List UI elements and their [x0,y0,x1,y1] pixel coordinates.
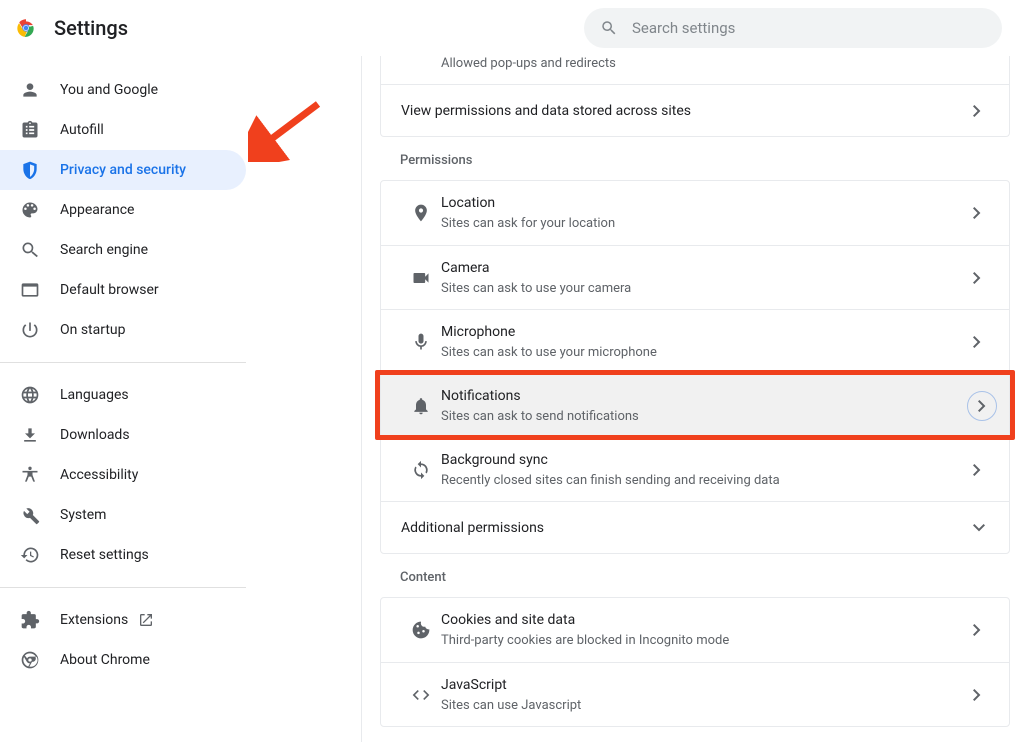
sidebar-item-downloads[interactable]: Downloads [0,415,246,455]
bell-icon [401,396,441,416]
sidebar-item-label: Extensions [60,612,128,628]
sidebar-item-search[interactable]: Search engine [0,230,246,270]
sidebar-item-label: Search engine [60,242,148,258]
row-subtitle: Sites can ask to send notifications [441,408,989,426]
chevron-down-icon [973,524,989,532]
sidebar-item-label: System [60,507,106,523]
location-icon [401,203,441,223]
row-cookies[interactable]: Cookies and site data Third-party cookies… [381,598,1009,662]
row-subtitle: Sites can ask to use your camera [441,280,973,298]
row-additional-permissions[interactable]: Additional permissions [381,501,1009,553]
row-title: Location [441,193,973,213]
extension-icon [20,610,40,630]
row-prev-popups[interactable]: Allowed pop-ups and redirects [381,56,1009,84]
sidebar-item-label: You and Google [60,82,158,98]
row-subtitle: Sites can use Javascript [441,697,973,715]
chevron-right-icon [973,624,989,636]
row-microphone[interactable]: Microphone Sites can ask to use your micr… [381,309,1009,373]
sync-icon [401,460,441,480]
camera-icon [401,268,441,288]
wrench-icon [20,505,40,525]
row-camera[interactable]: Camera Sites can ask to use your camera [381,245,1009,309]
sidebar-separator [0,587,246,588]
section-permissions-label: Permissions [380,137,1010,180]
row-view-permissions[interactable]: View permissions and data stored across … [381,84,1009,136]
power-icon [20,320,40,340]
row-title: Cookies and site data [441,610,973,630]
row-subtitle: Recently closed sites can finish sending… [441,472,973,490]
row-location[interactable]: Location Sites can ask for your location [381,181,1009,245]
row-title: Camera [441,258,973,278]
row-subtitle: Third-party cookies are blocked in Incog… [441,632,973,650]
globe-icon [20,385,40,405]
chevron-right-icon [967,391,997,421]
sidebar-item-default[interactable]: Default browser [0,270,246,310]
search-placeholder: Search settings [632,19,735,37]
search-icon [600,19,618,37]
sidebar-item-label: Downloads [60,427,130,443]
sidebar-item-autofill[interactable]: Autofill [0,110,246,150]
chevron-right-icon [973,689,989,701]
cookie-icon [401,620,441,640]
restore-icon [20,545,40,565]
chrome-outline-icon [20,650,40,670]
sidebar-item-label: About Chrome [60,652,150,668]
row-subtitle: Sites can ask for your location [441,215,973,233]
sidebar-item-system[interactable]: System [0,495,246,535]
row-notifications[interactable]: Notifications Sites can ask to send notif… [381,373,1009,437]
chevron-right-icon [973,105,989,117]
sidebar: You and Google Autofill Privacy and secu… [0,56,246,742]
row-title: Additional permissions [401,520,973,536]
search-input[interactable]: Search settings [584,8,1002,48]
accessibility-icon [20,465,40,485]
sidebar-item-privacy[interactable]: Privacy and security [0,150,246,190]
row-title: Background sync [441,450,973,470]
section-content-label: Content [380,554,1010,597]
sidebar-item-languages[interactable]: Languages [0,375,246,415]
sidebar-item-label: On startup [60,322,126,338]
row-subtitle: Allowed pop-ups and redirects [441,56,616,71]
browser-icon [20,280,40,300]
chevron-right-icon [973,464,989,476]
sidebar-item-reset[interactable]: Reset settings [0,535,246,575]
row-subtitle: Sites can ask to use your microphone [441,344,973,362]
sidebar-item-extensions[interactable]: Extensions [0,600,246,640]
sidebar-item-label: Autofill [60,122,104,138]
main-content: Allowed pop-ups and redirects View permi… [362,56,1024,742]
page-title: Settings [54,16,128,40]
clipboard-icon [20,120,40,140]
sidebar-item-label: Accessibility [60,467,138,483]
person-icon [20,80,40,100]
chevron-right-icon [973,336,989,348]
sidebar-item-label: Appearance [60,202,134,218]
row-background-sync[interactable]: Background sync Recently closed sites can… [381,437,1009,501]
palette-icon [20,200,40,220]
row-title: JavaScript [441,675,973,695]
sidebar-separator [0,362,246,363]
open-external-icon [136,612,156,628]
row-title: Microphone [441,322,973,342]
row-title: View permissions and data stored across … [401,103,973,119]
chrome-logo-icon [16,18,36,38]
sidebar-item-about[interactable]: About Chrome [0,640,246,680]
row-title: Notifications [441,386,989,406]
download-icon [20,425,40,445]
sidebar-item-label: Privacy and security [60,162,186,178]
sidebar-item-label: Languages [60,387,129,403]
code-icon [401,685,441,705]
sidebar-item-startup[interactable]: On startup [0,310,246,350]
sidebar-item-you[interactable]: You and Google [0,70,246,110]
chevron-right-icon [973,272,989,284]
search-icon [20,240,40,260]
sidebar-item-accessibility[interactable]: Accessibility [0,455,246,495]
chevron-right-icon [973,207,989,219]
header: Settings Search settings [0,0,1024,56]
sidebar-item-label: Reset settings [60,547,149,563]
sidebar-item-label: Default browser [60,282,159,298]
shield-icon [20,160,40,180]
row-javascript[interactable]: JavaScript Sites can use Javascript [381,662,1009,726]
microphone-icon [401,332,441,352]
sidebar-item-appearance[interactable]: Appearance [0,190,246,230]
